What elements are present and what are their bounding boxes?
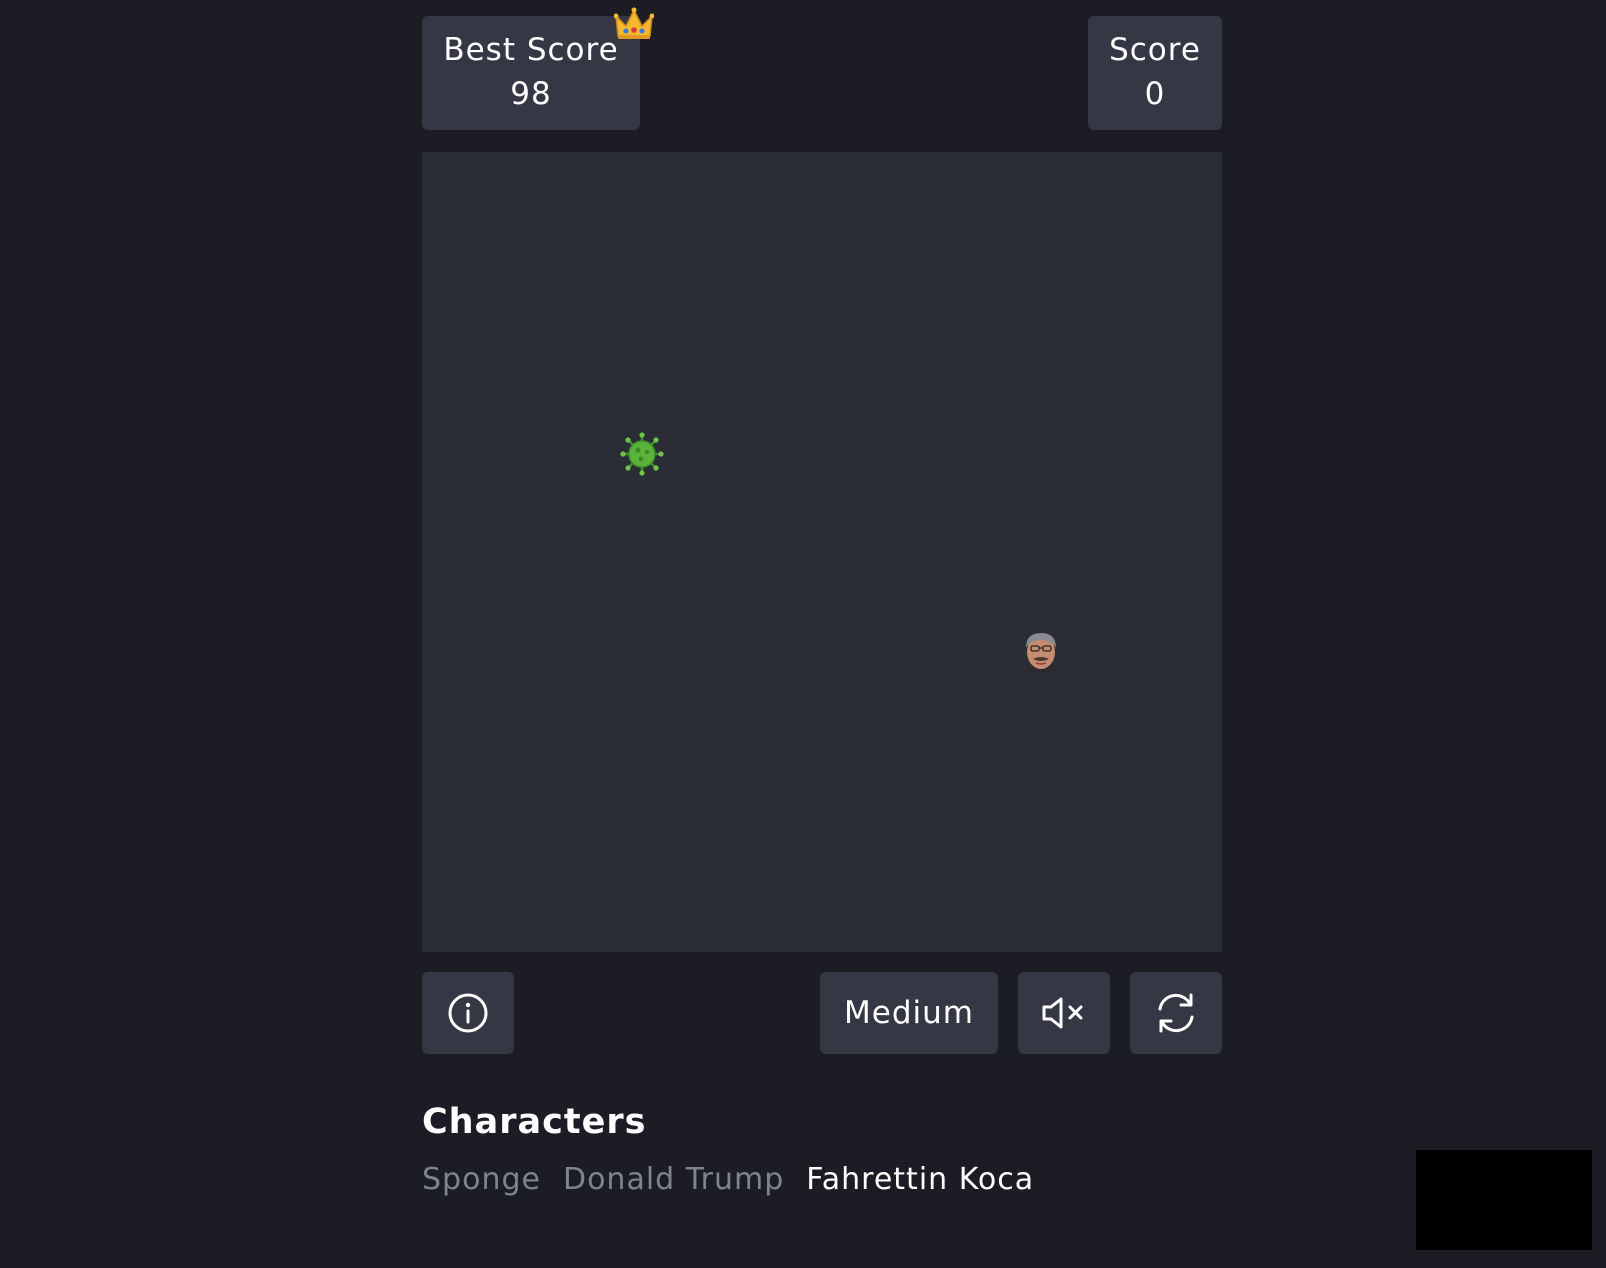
character-donald-trump[interactable]: Donald Trump — [563, 1160, 784, 1200]
best-score-value: 98 — [510, 76, 552, 112]
score-box: Score 0 — [1088, 16, 1222, 130]
crown-icon — [614, 7, 654, 39]
restart-button[interactable] — [1130, 972, 1222, 1054]
speaker-muted-icon — [1042, 997, 1083, 1029]
virus-icon — [620, 432, 664, 476]
characters-list: Sponge Donald Trump Fahrettin Koca — [422, 1160, 1034, 1200]
info-button[interactable] — [422, 972, 514, 1054]
character-fahrettin-koca[interactable]: Fahrettin Koca — [806, 1160, 1034, 1200]
mute-button[interactable] — [1018, 972, 1110, 1054]
score-value: 0 — [1144, 76, 1166, 112]
score-label: Score — [1109, 32, 1201, 68]
info-icon — [448, 993, 488, 1033]
face-icon — [1024, 633, 1058, 674]
difficulty-button[interactable]: Medium — [820, 972, 998, 1054]
game-board[interactable] — [422, 152, 1222, 952]
characters-title: Characters — [422, 1102, 647, 1142]
character-sponge[interactable]: Sponge — [422, 1160, 541, 1200]
difficulty-label: Medium — [844, 995, 974, 1031]
refresh-icon — [1158, 993, 1194, 1033]
black-overlay — [1416, 1150, 1592, 1250]
best-score-label: Best Score — [443, 32, 619, 68]
best-score-box: Best Score 98 — [422, 16, 640, 130]
